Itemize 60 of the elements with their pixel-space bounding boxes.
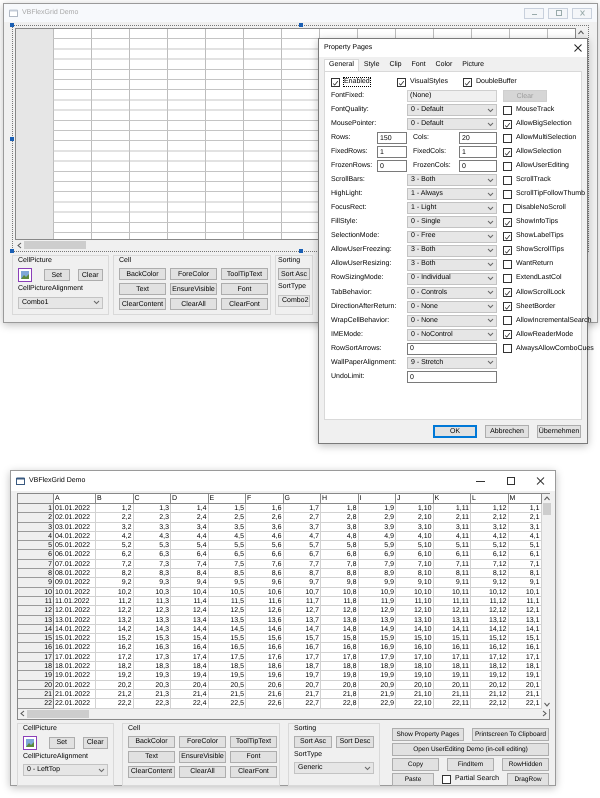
checkbox[interactable] [503, 120, 512, 129]
caret-icon [364, 766, 371, 771]
close-icon[interactable] [536, 477, 546, 485]
selection-handle[interactable] [298, 249, 302, 253]
selection-handle[interactable] [10, 249, 14, 253]
caret-icon [487, 360, 494, 366]
checkbox[interactable] [503, 218, 512, 227]
caret-icon [487, 262, 494, 268]
caret-icon [487, 220, 494, 225]
caret-icon [487, 234, 494, 240]
checkbox[interactable] [503, 204, 512, 213]
caret-icon [487, 192, 494, 197]
checkbox[interactable] [463, 78, 472, 87]
scrollbar-thumb[interactable] [24, 241, 86, 249]
caret-icon [487, 304, 494, 310]
caret-icon [487, 206, 494, 211]
checkbox[interactable] [503, 260, 512, 270]
scrollbar-thumb[interactable] [542, 503, 550, 515]
scrollbar-thumb[interactable] [27, 710, 89, 718]
caret-icon [487, 290, 494, 296]
checkbox[interactable] [503, 344, 512, 354]
scroll-right-icon[interactable] [540, 709, 549, 718]
caret-icon [487, 122, 494, 127]
checkbox[interactable] [503, 232, 512, 242]
caret-icon [487, 178, 494, 183]
caret-icon [487, 332, 494, 338]
checkbox[interactable] [503, 330, 512, 340]
window-icon [9, 9, 18, 17]
checkbox[interactable] [503, 274, 512, 284]
checkbox[interactable] [503, 288, 512, 298]
selection-handle[interactable] [10, 23, 14, 27]
scroll-left-icon[interactable] [18, 709, 27, 718]
checkbox[interactable] [503, 302, 512, 312]
checkbox[interactable] [442, 774, 452, 784]
maximize-icon[interactable] [506, 477, 516, 485]
close-icon[interactable] [574, 44, 582, 52]
image-icon [23, 736, 37, 750]
checkbox[interactable] [503, 134, 512, 143]
caret-icon [487, 276, 494, 282]
checkbox[interactable] [503, 176, 512, 185]
checkbox[interactable] [503, 162, 512, 171]
scroll-up-icon[interactable] [542, 494, 552, 503]
caret-icon [487, 248, 494, 254]
checkbox[interactable] [503, 106, 512, 115]
caret-icon [93, 300, 100, 306]
scroll-left-icon[interactable] [15, 240, 24, 250]
window-icon [16, 477, 25, 485]
image-icon [18, 268, 32, 282]
caret-icon [487, 318, 494, 324]
checkbox[interactable] [397, 78, 406, 87]
checkbox[interactable] [503, 148, 512, 157]
caret-icon [487, 108, 494, 113]
checkbox[interactable] [503, 316, 512, 326]
selection-handle[interactable] [298, 23, 302, 27]
caret-icon [98, 768, 105, 773]
selection-handle[interactable] [10, 136, 14, 140]
checkbox[interactable] [331, 78, 340, 87]
checkbox[interactable] [503, 190, 512, 199]
checkbox[interactable] [503, 246, 512, 256]
scroll-up-icon[interactable] [576, 28, 586, 37]
